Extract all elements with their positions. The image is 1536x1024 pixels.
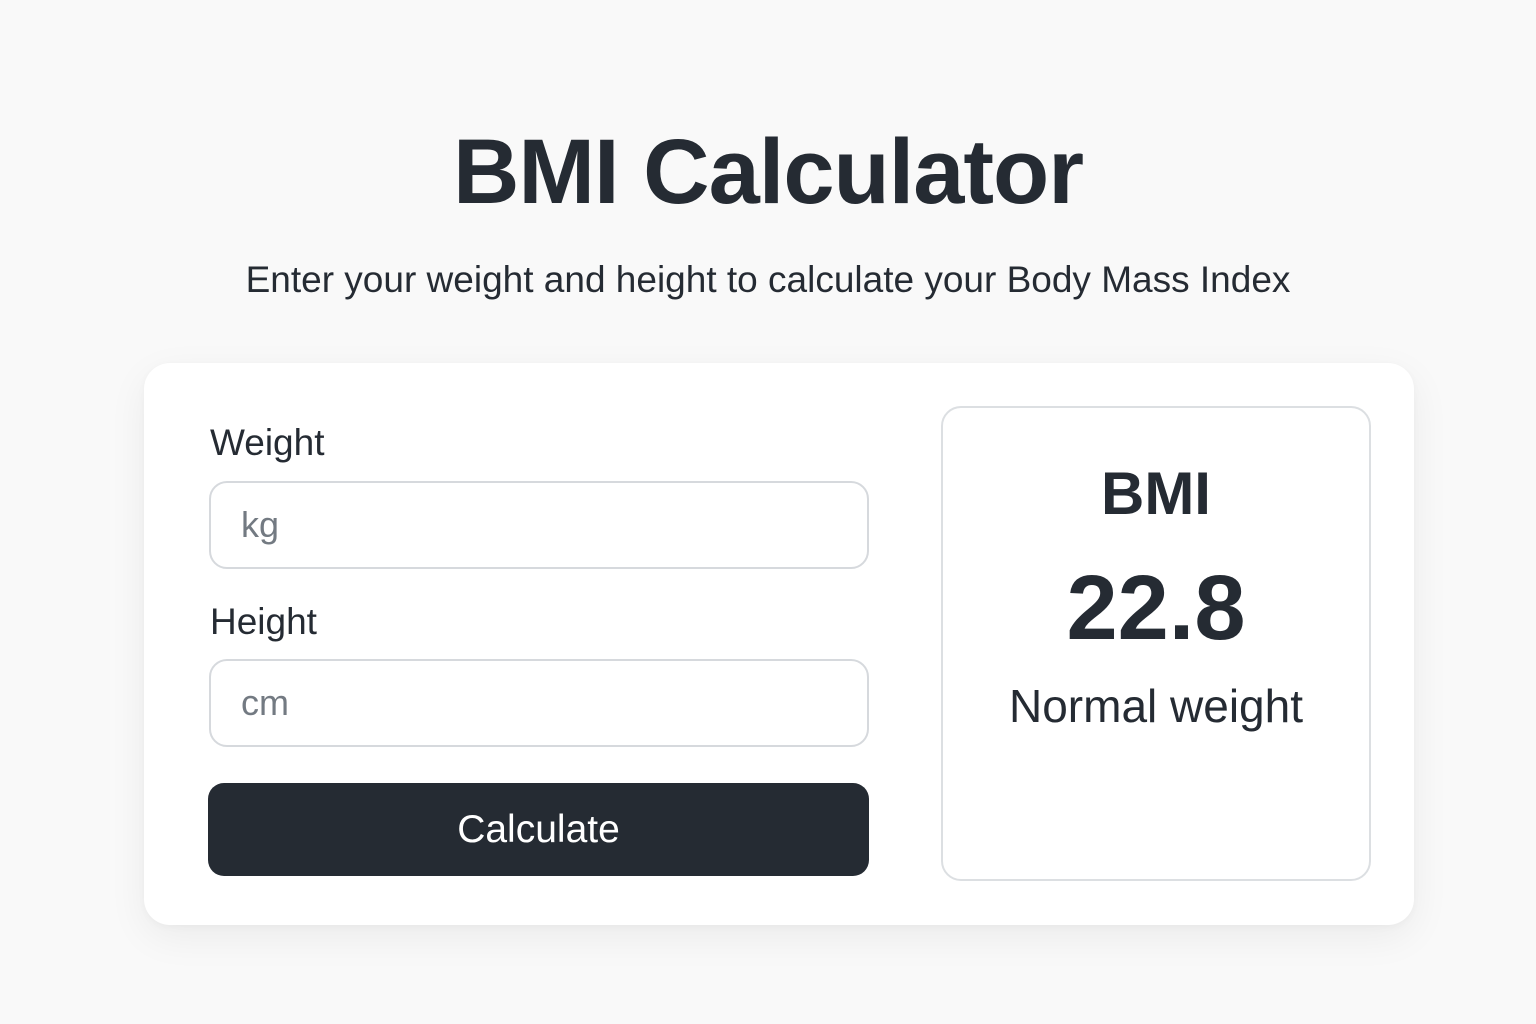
- weight-label: Weight: [210, 422, 325, 463]
- result-label: BMI: [1101, 460, 1211, 527]
- bmi-category: Normal weight: [1009, 680, 1303, 732]
- bmi-value: 22.8: [1066, 557, 1246, 659]
- page-title: BMI Calculator: [452, 121, 1084, 223]
- height-input[interactable]: [209, 659, 869, 747]
- calculate-button[interactable]: Calculate: [208, 783, 869, 876]
- weight-input[interactable]: [209, 481, 869, 569]
- height-label: Height: [210, 601, 317, 642]
- page-subtitle: Enter your weight and height to calculat…: [245, 259, 1291, 300]
- result-panel: BMI 22.8 Normal weight: [941, 406, 1371, 881]
- calculator-card: Weight Height Calculate BMI 22.8 Normal …: [144, 363, 1414, 925]
